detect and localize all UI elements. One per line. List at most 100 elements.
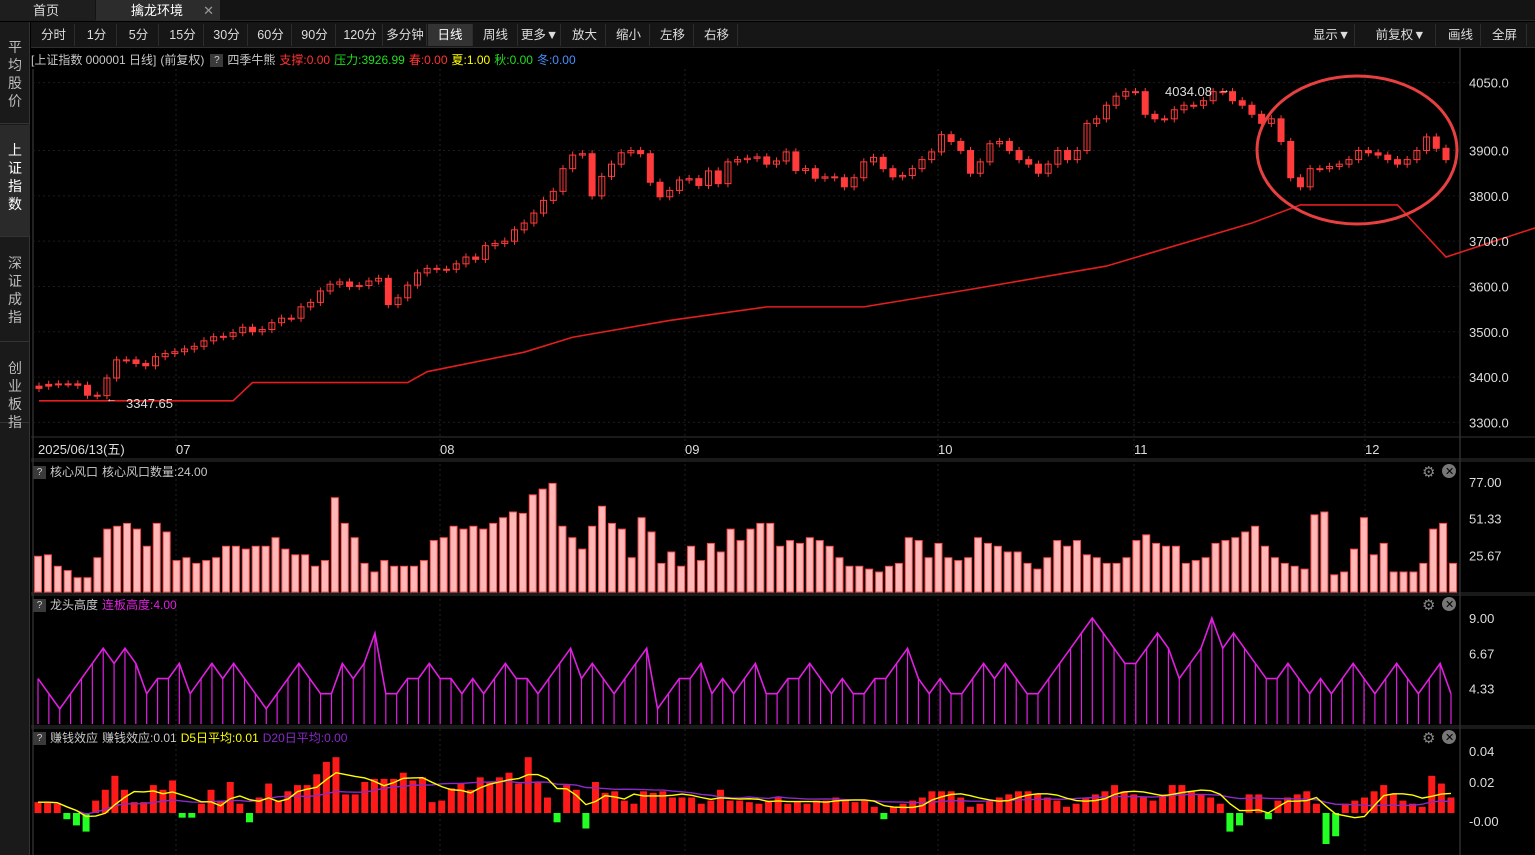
candle-body [384, 277, 392, 306]
candle-body [54, 383, 62, 386]
panel4-bar [1332, 813, 1340, 837]
date-label: 07 [176, 442, 190, 457]
panel4-bar [745, 802, 753, 813]
panel2-bar [1201, 557, 1210, 593]
panel4-bar [1284, 797, 1292, 813]
panel2-bar [983, 542, 992, 593]
panel3-value: 连板高度:4.00 [102, 598, 177, 612]
candle-body [64, 383, 72, 386]
panel2-bar [1429, 528, 1438, 593]
panel4-bar [313, 774, 321, 813]
panel2-bar [1003, 551, 1012, 593]
candle-body [1229, 91, 1237, 102]
panel4-bar [861, 800, 869, 813]
panel2-bar [805, 537, 814, 593]
help-icon[interactable]: ? [33, 732, 46, 746]
panel2-bar [370, 571, 379, 593]
panel2-bar [974, 537, 983, 593]
panel4-tick: -0.00 [1469, 814, 1499, 829]
gear-icon[interactable]: ⚙ [1422, 730, 1435, 747]
candle-body [1442, 147, 1450, 161]
panel4-bar [870, 806, 878, 813]
panel2-bar [291, 554, 300, 593]
panel4-bar [178, 813, 186, 818]
panel2-bar [1439, 522, 1448, 593]
candle-body [1161, 118, 1169, 121]
panel2-bar [1399, 571, 1408, 593]
panel3-tick: 9.00 [1469, 611, 1494, 626]
date-label: 10 [938, 442, 952, 457]
panel4-bar [1034, 794, 1042, 813]
panel2-bar [320, 560, 329, 593]
panel2-bar [637, 517, 646, 593]
panel2-bar [1043, 557, 1052, 593]
panel4-bar [1101, 791, 1109, 813]
panel4-bar [1053, 800, 1061, 813]
panel4-bar [1072, 803, 1080, 813]
panel2-bar [1053, 540, 1062, 593]
panel2-bar [261, 545, 270, 593]
panel2-bar [845, 565, 854, 593]
price-tick: 3500.0 [1469, 325, 1509, 340]
panel4-bar [611, 791, 619, 813]
panel3-tick: 6.67 [1469, 646, 1494, 661]
panel2-bar [726, 528, 735, 593]
candle-body [1248, 104, 1256, 115]
price-tick: 3800.0 [1469, 189, 1509, 204]
panel3-tick: 4.33 [1469, 682, 1494, 697]
panel4-bar [1226, 813, 1234, 832]
panel4-bar [957, 797, 965, 813]
panel4-bar [1139, 797, 1147, 813]
panel2-bar [53, 565, 62, 593]
candle-body [1384, 154, 1392, 161]
panel4-bar [457, 783, 465, 813]
panel4-bar [755, 803, 763, 813]
panel4-bar [620, 800, 628, 813]
panel4-bar [486, 782, 494, 813]
panel2-bar [696, 560, 705, 593]
panel4-bar [851, 802, 859, 813]
panel2-bar [43, 554, 52, 593]
panel2-bar [894, 562, 903, 593]
panel4-bar [668, 797, 676, 813]
panel4-d20: D20日平均:0.00 [262, 731, 348, 745]
panel4-bar [803, 803, 811, 813]
panel2-bar [706, 542, 715, 593]
panel2-bar [113, 525, 122, 593]
help-icon[interactable]: ? [33, 466, 46, 480]
panel2-bar [548, 482, 557, 593]
gear-icon[interactable]: ⚙ [1422, 597, 1435, 614]
panel4-bar [72, 813, 80, 826]
panel2-bar [578, 548, 587, 593]
panel4-bar [322, 761, 330, 813]
panel2-tick: 77.00 [1469, 475, 1502, 490]
candle-body [1393, 159, 1401, 165]
panel2-bar [1241, 531, 1250, 593]
panel4-tick: 0.02 [1469, 775, 1494, 790]
panel2-bar [251, 545, 260, 593]
panel2-bar [647, 531, 656, 593]
panel4-bar [1197, 794, 1205, 813]
panel4-bar [44, 802, 52, 813]
panel2-bar [627, 557, 636, 593]
candle-body [763, 156, 771, 165]
panel4-bar [1303, 791, 1311, 813]
candle-body [45, 383, 53, 387]
help-icon[interactable]: ? [33, 599, 46, 613]
panel2-bar [687, 545, 696, 593]
panel4-bar [1178, 785, 1186, 813]
gear-icon[interactable]: ⚙ [1422, 464, 1435, 481]
chart-canvas[interactable]: 3347.65 ← 4034.08 → 4050.0 3900.0 3800.0 3700.0… [0, 0, 1535, 855]
panel2-bar [677, 565, 686, 593]
panel2-bar [103, 528, 112, 593]
candle-body [1432, 136, 1440, 149]
panel4-header: ? 赚钱效应 赚钱效应:0.01 D5日平均:0.01 D20日平均:0.00 [31, 729, 351, 747]
panel2-bar [1369, 554, 1378, 593]
candle-body [588, 153, 596, 197]
panel2-bar [34, 555, 42, 593]
panel4-bar [524, 757, 532, 813]
panel4-d5-line [38, 771, 1452, 819]
panel4-bar [630, 803, 638, 813]
candle-body [219, 335, 227, 338]
panel4-d5: D5日平均:0.01 [180, 731, 259, 745]
